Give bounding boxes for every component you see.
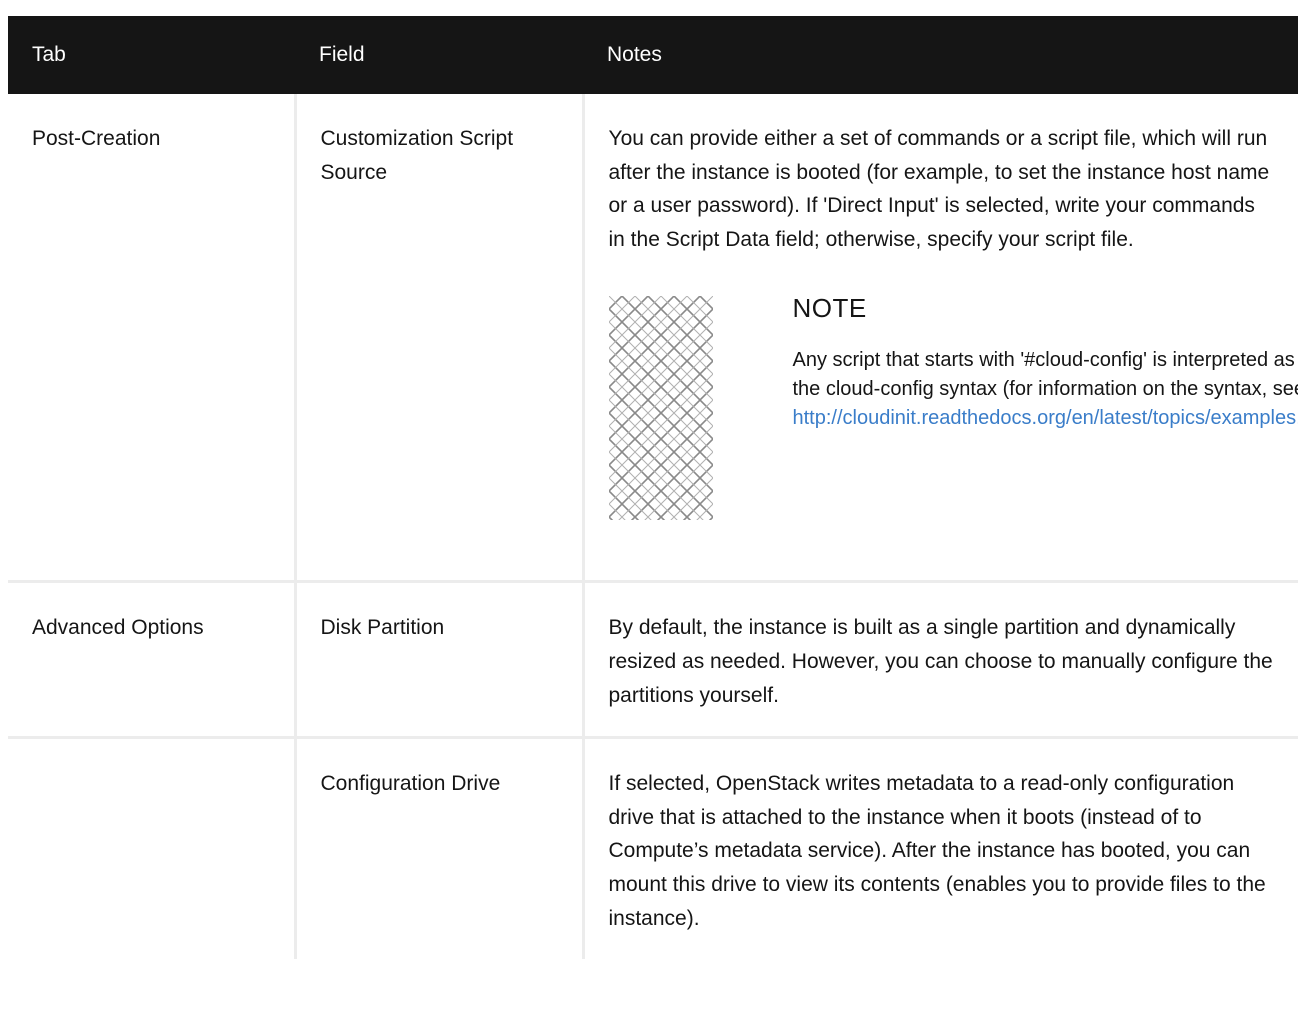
- cell-field: Disk Partition: [293, 581, 583, 740]
- cell-tab: [8, 738, 295, 959]
- note-text-before: Any script that starts with '#cloud-conf…: [792, 349, 1298, 401]
- note-admonition: NOTE Any script that starts with '#cloud…: [608, 292, 1298, 521]
- table-header: Tab Field Notes: [8, 16, 1298, 94]
- cell-field: Configuration Drive: [293, 737, 583, 960]
- table-row: Configuration Drive If selected, OpenSta…: [8, 737, 1298, 960]
- table-row: Advanced Options Disk Partition By defau…: [8, 581, 1298, 740]
- header-row: Tab Field Notes: [8, 16, 1298, 94]
- cell-notes: You can provide either a set of commands…: [581, 94, 1298, 584]
- note-text: Any script that starts with '#cloud-conf…: [793, 346, 1298, 433]
- table-row: Post-Creation Customization Script Sourc…: [8, 94, 1298, 584]
- note-title: NOTE: [792, 293, 867, 324]
- cell-tab: Advanced Options: [8, 581, 295, 740]
- cloudinit-docs-link[interactable]: http://cloudinit.readthedocs.org/en/late…: [793, 407, 1298, 429]
- cell-field: Customization Script Source: [293, 94, 583, 584]
- notes-text: You can provide either a set of commands…: [608, 127, 1270, 251]
- header-tab: Tab: [8, 16, 295, 94]
- cell-notes: If selected, OpenStack writes metadata t…: [581, 737, 1298, 960]
- note-body: NOTE Any script that starts with '#cloud…: [793, 292, 1298, 520]
- lattice-pattern-icon: [608, 296, 713, 521]
- header-notes: Notes: [583, 16, 1298, 94]
- cell-tab: Post-Creation: [8, 94, 295, 584]
- header-field: Field: [295, 16, 583, 94]
- cell-notes: By default, the instance is built as a s…: [581, 581, 1298, 740]
- options-table: Tab Field Notes Post-Creation Customizat…: [8, 16, 1298, 960]
